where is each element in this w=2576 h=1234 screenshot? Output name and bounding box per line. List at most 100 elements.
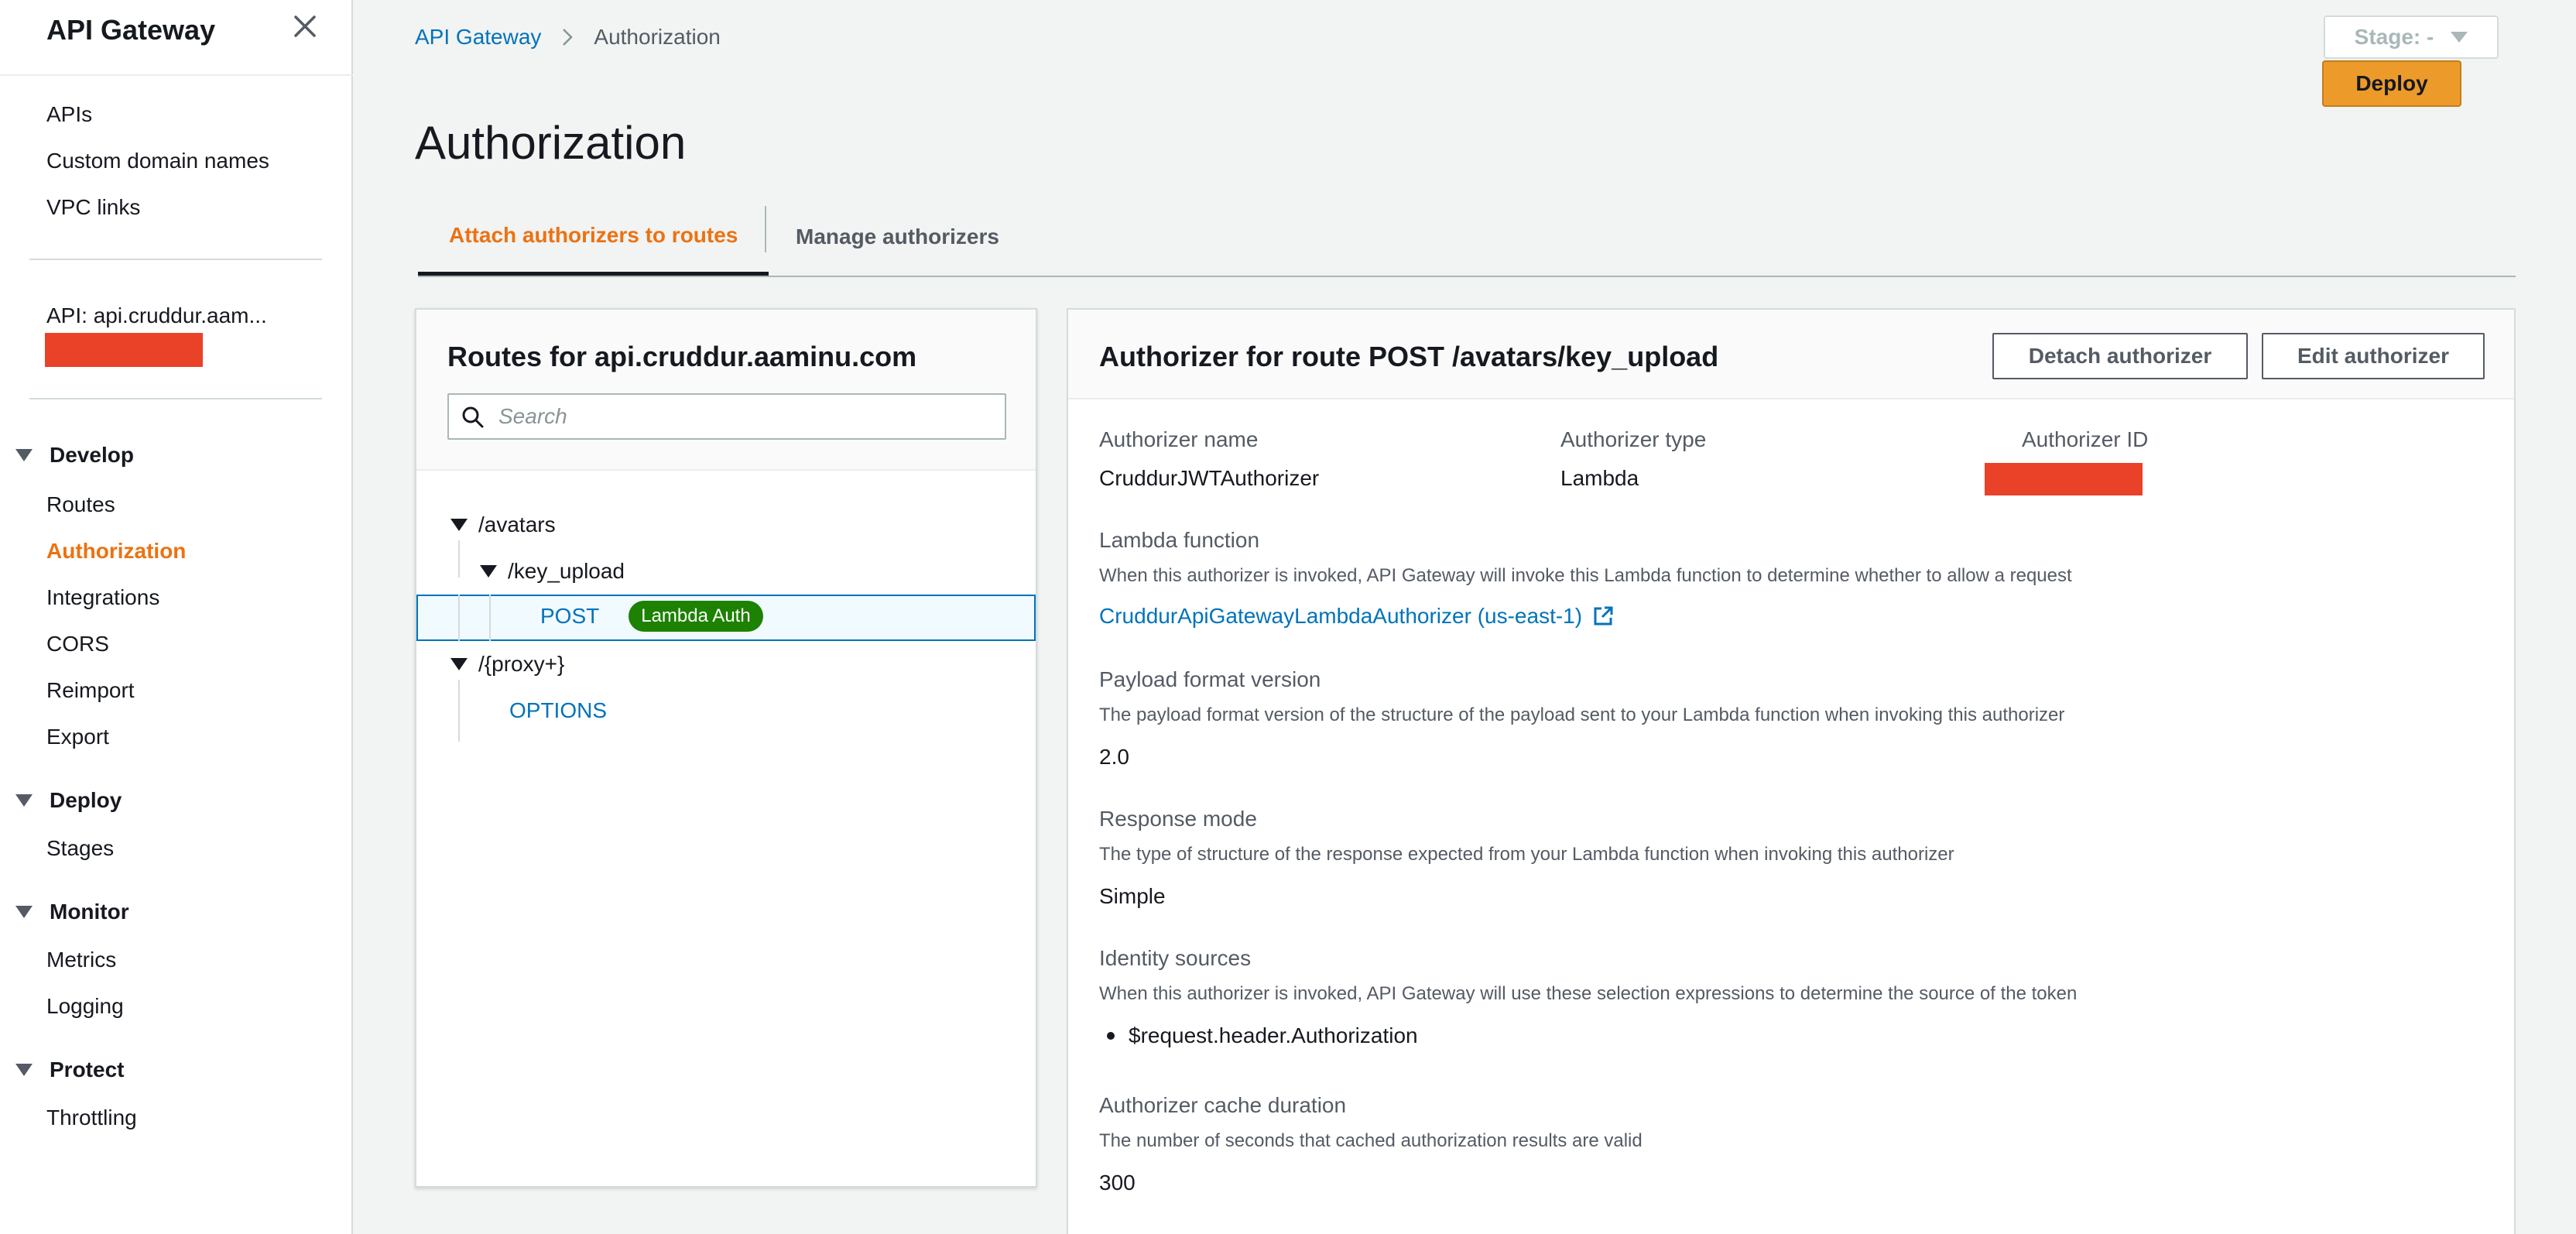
tree-guide-line — [458, 540, 460, 578]
sidebar-title: API Gateway — [46, 14, 216, 46]
caret-down-icon — [480, 565, 497, 578]
caret-down-icon — [15, 906, 33, 918]
sidebar-item-apis[interactable]: APIs — [46, 102, 92, 127]
payload-version-value: 2.0 — [1099, 745, 1129, 769]
sidebar-section-deploy[interactable]: Deploy — [15, 788, 122, 813]
sidebar-section-monitor[interactable]: Monitor — [15, 900, 129, 924]
response-mode-label: Response mode — [1099, 807, 1257, 831]
payload-version-label: Payload format version — [1099, 667, 1321, 691]
edit-authorizer-button[interactable]: Edit authorizer — [2262, 333, 2485, 379]
authorizer-id-label: Authorizer ID — [2022, 427, 2149, 451]
identity-source-item: $request.header.Authorization — [1099, 1023, 1418, 1048]
external-link-icon — [1594, 606, 1613, 626]
sidebar-section-develop[interactable]: Develop — [15, 443, 134, 468]
sidebar-item-throttling[interactable]: Throttling — [46, 1105, 137, 1130]
stage-select[interactable]: Stage: - — [2324, 15, 2499, 59]
deploy-button[interactable]: Deploy — [2322, 60, 2461, 107]
authorizer-title: Authorizer for route POST /avatars/key_u… — [1099, 341, 1719, 372]
search-box — [447, 393, 1006, 440]
sidebar-item-authorization[interactable]: Authorization — [46, 539, 186, 564]
sidebar-item-vpc-links[interactable]: VPC links — [46, 195, 140, 220]
sidebar-item-api-selector[interactable]: API: api.cruddur.aam... — [46, 303, 267, 328]
route-method-options[interactable]: OPTIONS — [509, 698, 607, 723]
redacted-api-id — [45, 333, 203, 367]
breadcrumb-link-api-gateway[interactable]: API Gateway — [415, 25, 541, 50]
sidebar-divider — [29, 259, 322, 260]
sidebar-item-cors[interactable]: CORS — [46, 632, 109, 656]
caret-down-icon — [15, 1064, 33, 1076]
authorizer-name-label: Authorizer name — [1099, 427, 1259, 451]
stage-select-label: Stage: - — [2354, 25, 2434, 49]
sidebar-item-metrics[interactable]: Metrics — [46, 948, 116, 972]
authorizer-panel: Authorizer for route POST /avatars/key_u… — [1067, 308, 2516, 1234]
sidebar-item-stages[interactable]: Stages — [46, 836, 114, 861]
lambda-auth-badge: Lambda Auth — [629, 601, 763, 632]
sidebar-item-reimport[interactable]: Reimport — [46, 678, 135, 703]
redacted-authorizer-id — [1985, 463, 2143, 495]
tree-guide-line — [458, 680, 460, 742]
section-label: Develop — [50, 443, 134, 467]
authorizer-type-value: Lambda — [1560, 466, 1639, 490]
tab-manage-authorizers[interactable]: Manage authorizers — [765, 198, 1030, 276]
sidebar-header-divider — [0, 74, 353, 76]
tree-node-avatars[interactable]: /avatars — [450, 512, 556, 537]
sidebar-item-integrations[interactable]: Integrations — [46, 585, 159, 610]
authorizer-panel-header: Authorizer for route POST /avatars/key_u… — [1068, 310, 2514, 399]
route-path: /key_upload — [508, 559, 625, 583]
lambda-function-label: Lambda function — [1099, 528, 1260, 552]
caret-down-icon — [450, 658, 468, 670]
close-icon[interactable] — [289, 11, 320, 42]
tab-bar: Attach authorizers to routes Manage auth… — [418, 198, 2516, 277]
breadcrumb-current: Authorization — [594, 25, 721, 49]
authorizer-type-label: Authorizer type — [1560, 427, 1707, 451]
search-input[interactable] — [498, 395, 994, 438]
sidebar-item-export[interactable]: Export — [46, 725, 109, 749]
method-label: OPTIONS — [509, 698, 608, 722]
sidebar-item-routes[interactable]: Routes — [46, 492, 115, 517]
cache-duration-description: The number of seconds that cached author… — [1099, 1130, 1643, 1151]
route-path: /avatars — [478, 512, 556, 536]
sidebar-item-custom-domain-names[interactable]: Custom domain names — [46, 149, 269, 173]
app-root: API Gateway APIs Custom domain names VPC… — [0, 0, 2576, 1234]
tree-guide-line — [489, 595, 491, 641]
payload-version-description: The payload format version of the struct… — [1099, 704, 2065, 725]
identity-source-value: $request.header.Authorization — [1129, 1023, 1418, 1047]
cache-duration-label: Authorizer cache duration — [1099, 1093, 1347, 1117]
caret-down-icon — [15, 794, 33, 807]
identity-sources-label: Identity sources — [1099, 946, 1252, 970]
caret-down-icon — [15, 449, 33, 461]
authorizer-name-value: CruddurJWTAuthorizer — [1099, 466, 1320, 490]
lambda-function-link-text: CruddurApiGatewayLambdaAuthorizer (us-ea… — [1099, 604, 1583, 628]
breadcrumb: API Gateway Authorization — [415, 25, 721, 50]
sidebar: API Gateway APIs Custom domain names VPC… — [0, 0, 353, 1234]
caret-down-icon — [450, 519, 468, 531]
bullet-icon — [1107, 1032, 1115, 1040]
chevron-right-icon — [563, 29, 574, 46]
section-label: Monitor — [50, 900, 129, 924]
detach-authorizer-button[interactable]: Detach authorizer — [1992, 333, 2248, 379]
page-title: Authorization — [415, 117, 687, 169]
response-mode-value: Simple — [1099, 884, 1166, 908]
routes-title: Routes for api.cruddur.aaminu.com — [447, 341, 917, 372]
search-icon — [462, 406, 484, 428]
caret-down-icon — [2451, 32, 2468, 43]
method-label: POST — [540, 604, 600, 628]
sidebar-section-protect[interactable]: Protect — [15, 1057, 124, 1082]
response-mode-description: The type of structure of the response ex… — [1099, 844, 1954, 865]
section-label: Protect — [50, 1057, 125, 1081]
tree-guide-line — [458, 595, 460, 641]
sidebar-divider — [29, 398, 322, 399]
routes-panel: Routes for api.cruddur.aaminu.com /avata… — [415, 308, 1037, 1188]
route-path: /{proxy+} — [478, 652, 565, 676]
sidebar-item-logging[interactable]: Logging — [46, 994, 124, 1019]
lambda-function-link[interactable]: CruddurApiGatewayLambdaAuthorizer (us-ea… — [1099, 604, 1615, 629]
routes-panel-header: Routes for api.cruddur.aaminu.com — [416, 310, 1036, 471]
lambda-function-description: When this authorizer is invoked, API Gat… — [1099, 565, 2072, 586]
route-method-post[interactable]: POST Lambda Auth — [540, 601, 763, 632]
tree-node-key-upload[interactable]: /key_upload — [480, 559, 625, 584]
tab-attach-authorizers[interactable]: Attach authorizers to routes — [418, 198, 769, 276]
tree-node-proxy[interactable]: /{proxy+} — [450, 652, 564, 677]
cache-duration-value: 300 — [1099, 1171, 1136, 1195]
identity-sources-description: When this authorizer is invoked, API Gat… — [1099, 983, 2078, 1004]
section-label: Deploy — [50, 788, 122, 812]
